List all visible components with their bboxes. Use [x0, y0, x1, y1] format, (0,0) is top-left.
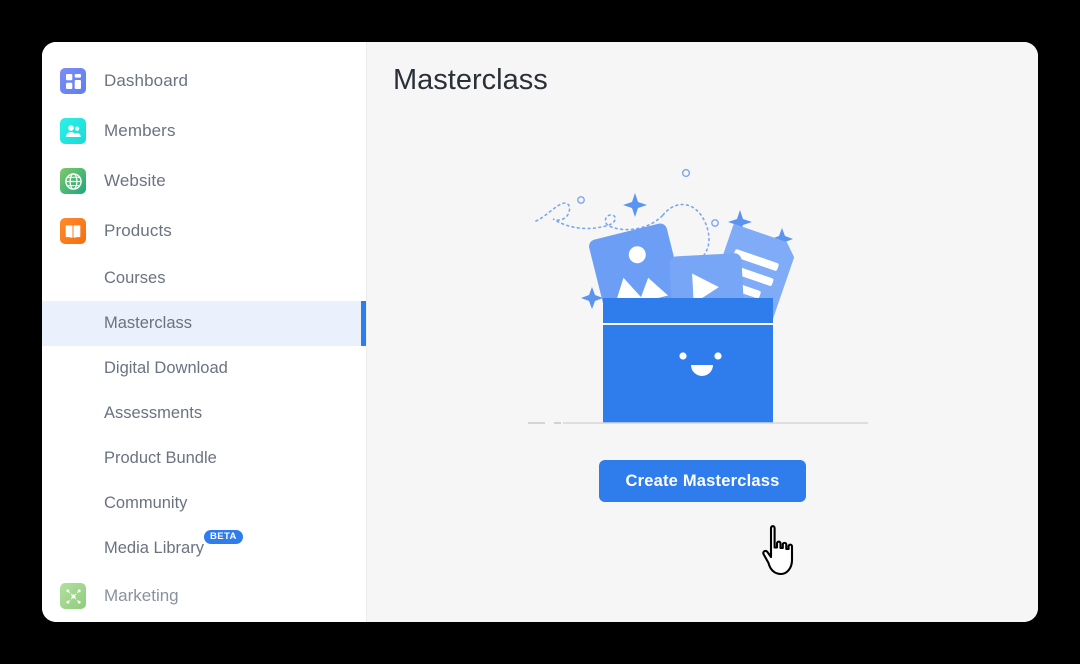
sidebar-item-label: Products: [104, 221, 172, 240]
main-content: Masterclass Create Masterclass: [367, 42, 1038, 622]
sidebar-subitem-label: Assessments: [104, 404, 203, 422]
dashboard-grid-icon: [60, 68, 86, 94]
website-globe-icon: [60, 168, 86, 194]
sidebar-item-members[interactable]: Members: [42, 106, 366, 156]
marketing-network-icon: [60, 583, 86, 609]
members-people-icon: [60, 118, 86, 144]
sidebar-subitem-community[interactable]: Community: [42, 481, 366, 526]
sidebar-item-dashboard[interactable]: Dashboard: [42, 56, 366, 106]
sidebar-item-products[interactable]: Products: [42, 206, 366, 256]
sidebar-item-label: Dashboard: [104, 71, 189, 90]
sidebar-item-label: Members: [104, 121, 176, 140]
sidebar-subitem-product-bundle[interactable]: Product Bundle: [42, 436, 366, 481]
sidebar-subitem-media-library[interactable]: Media Library BETA: [42, 526, 366, 571]
sidebar-subitem-courses[interactable]: Courses: [42, 256, 366, 301]
sidebar-subitem-label: Media Library BETA: [104, 530, 243, 558]
sidebar-subitem-label: Product Bundle: [104, 449, 217, 467]
empty-state: Create Masterclass: [367, 160, 1038, 502]
beta-badge: BETA: [203, 530, 243, 544]
products-book-icon: [60, 218, 86, 244]
app-window: Dashboard Members Website Products Cours…: [42, 42, 1038, 622]
sidebar-item-website[interactable]: Website: [42, 156, 366, 206]
sidebar-item-label: Marketing: [104, 586, 179, 605]
sidebar-item-label: Website: [104, 171, 166, 190]
empty-box-media-illustration: [527, 168, 868, 424]
sidebar-subitem-digital-download[interactable]: Digital Download: [42, 346, 366, 391]
sidebar-subitem-assessments[interactable]: Assessments: [42, 391, 366, 436]
page-title: Masterclass: [393, 64, 548, 96]
sidebar-subitem-label: Courses: [104, 269, 166, 287]
sidebar-subitem-label: Digital Download: [104, 359, 228, 377]
sidebar-item-marketing[interactable]: Marketing: [42, 570, 366, 622]
sidebar-subitem-label: Community: [104, 494, 188, 512]
sidebar: Dashboard Members Website Products Cours…: [42, 42, 367, 622]
sidebar-subitem-label: Masterclass: [104, 314, 193, 332]
sidebar-subitem-masterclass[interactable]: Masterclass: [42, 301, 366, 346]
create-masterclass-button[interactable]: Create Masterclass: [599, 460, 806, 502]
